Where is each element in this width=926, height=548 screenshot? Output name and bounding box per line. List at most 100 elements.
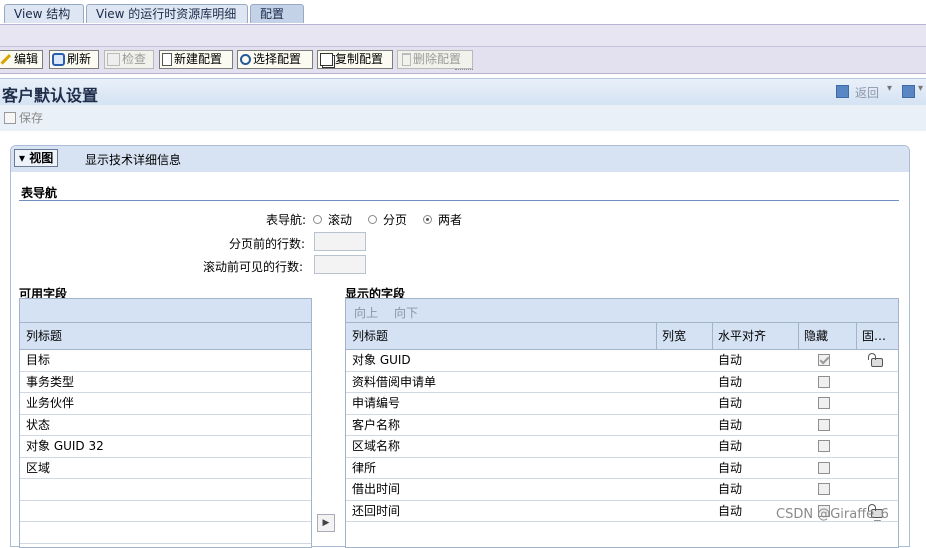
triangle-down-icon: ▾ — [19, 151, 30, 165]
col-header-width[interactable]: 列宽 — [656, 323, 712, 349]
field-width — [656, 479, 712, 500]
delete-config-button[interactable]: 删除配置 — [397, 50, 473, 69]
select-config-label: 选择配置 — [253, 52, 302, 66]
col-divider — [856, 323, 857, 350]
table-nav-radio-group: 滚动 分页 两者 — [313, 211, 462, 228]
tab-runtime-repository[interactable]: View 的运行时资源库明细 — [86, 4, 248, 23]
forward-arrow-icon[interactable] — [902, 85, 915, 98]
list-item[interactable] — [20, 501, 311, 522]
table-row[interactable]: 借出时间 自动 — [346, 479, 898, 501]
table-row[interactable]: 区域名称 自动 — [346, 436, 898, 458]
chevron-down-icon[interactable]: ▾ — [887, 83, 892, 94]
edit-label: 编辑 — [14, 52, 39, 66]
list-item[interactable]: 区域 — [20, 458, 311, 479]
field-fixed-cell — [856, 415, 898, 436]
tab-config[interactable]: 配置 — [250, 4, 304, 23]
chevron-down-icon[interactable]: ▾ — [918, 83, 923, 94]
page-title: 客户默认设置 — [2, 86, 99, 105]
refresh-label: 刷新 — [67, 52, 92, 66]
field-width — [656, 501, 712, 522]
col-divider — [798, 323, 799, 350]
available-col-header[interactable]: 列标题 — [20, 323, 311, 350]
hidden-checkbox[interactable] — [818, 461, 830, 474]
delete-config-label: 删除配置 — [413, 52, 462, 66]
copy-config-button[interactable]: 复制配置 — [317, 50, 393, 69]
field-fixed-cell — [856, 350, 898, 371]
list-item[interactable]: 状态 — [20, 415, 311, 436]
hidden-checkbox[interactable] — [818, 440, 830, 452]
list-item-label: 区域 — [26, 460, 51, 475]
rows-before-paging-input[interactable] — [314, 232, 366, 251]
copy-config-label: 复制配置 — [335, 52, 384, 66]
field-label: 申请编号 — [352, 396, 401, 410]
field-align: 自动 — [718, 439, 743, 453]
col-divider — [712, 323, 713, 350]
radio-paging-label: 分页 — [383, 213, 408, 227]
move-right-button[interactable]: ▶ — [317, 514, 335, 532]
field-label: 对象 GUID — [352, 353, 411, 367]
available-fields-table: 列标题 目标事务类型 业务伙伴状态对象 GUID 32 区域 — [19, 298, 312, 548]
col-header-align[interactable]: 水平对齐 — [712, 323, 798, 349]
radio-scroll[interactable] — [313, 215, 322, 224]
table-row[interactable]: 客户名称 自动 — [346, 415, 898, 436]
page-header: 客户默认设置 返回 ▾ ▾ — [0, 78, 926, 106]
visible-rows-label: 滚动前可见的行数: — [203, 260, 304, 274]
hidden-checkbox[interactable] — [818, 375, 830, 388]
field-align: 自动 — [718, 460, 743, 475]
list-item[interactable]: 业务伙伴 — [20, 393, 311, 415]
field-align: 自动 — [718, 396, 743, 410]
field-label: 区域名称 — [352, 439, 401, 453]
list-item[interactable] — [20, 522, 311, 544]
visible-rows-input[interactable] — [314, 255, 366, 274]
list-item[interactable] — [20, 479, 311, 501]
field-fixed-cell — [856, 479, 898, 500]
table-row[interactable]: 对象 GUID 自动 — [346, 350, 898, 372]
radio-paging[interactable] — [368, 215, 378, 224]
col-header-hidden[interactable]: 隐藏 — [798, 323, 856, 349]
back-button[interactable]: 返回 — [855, 84, 879, 101]
table-row[interactable]: 申请编号 自动 — [346, 393, 898, 415]
move-down-button[interactable]: 向下 — [394, 304, 418, 321]
pencil-icon — [0, 53, 13, 66]
list-item-label: 状态 — [26, 417, 51, 432]
edit-button[interactable]: 编辑 — [0, 50, 43, 69]
hidden-checkbox[interactable] — [818, 483, 830, 495]
radio-both[interactable] — [423, 215, 433, 224]
check-button[interactable]: 检查 — [104, 50, 154, 69]
back-arrow-icon[interactable] — [836, 85, 849, 98]
move-up-button[interactable]: 向上 — [354, 304, 378, 321]
magnifier-icon — [240, 54, 251, 65]
col-header-title[interactable]: 列标题 — [346, 323, 656, 349]
hidden-checkbox[interactable] — [818, 397, 830, 409]
field-align: 自动 — [718, 353, 743, 367]
field-hidden-cell — [798, 479, 856, 500]
col-header-fixed[interactable]: 固… — [856, 323, 898, 349]
list-item[interactable]: 目标 — [20, 350, 311, 372]
new-config-label: 新建配置 — [174, 52, 223, 66]
hidden-checkbox[interactable] — [818, 418, 830, 431]
tab-bar: View 结构 View 的运行时资源库明细 配置 — [0, 0, 926, 26]
save-button[interactable]: 保存 — [4, 109, 43, 126]
field-width — [656, 458, 712, 479]
field-width — [656, 372, 712, 393]
list-item[interactable]: 事务类型 — [20, 372, 311, 393]
show-tech-details-link[interactable]: 显示技术详细信息 — [85, 151, 181, 168]
tab-view-structure[interactable]: View 结构 — [4, 4, 84, 23]
tab-label: View 结构 — [14, 7, 71, 21]
refresh-button[interactable]: 刷新 — [49, 50, 99, 69]
config-panel: ▾ 视图 显示技术详细信息 表导航 表导航: 滚动 分页 两者 分页前的行数: … — [10, 145, 910, 548]
new-config-button[interactable]: 新建配置 — [159, 50, 233, 69]
table-row[interactable]: 资料借阅申请单 自动 — [346, 372, 898, 393]
view-label: 视图 — [29, 151, 54, 165]
toolbar-grip[interactable] — [455, 69, 473, 72]
save-label: 保存 — [19, 111, 44, 125]
hidden-checkbox[interactable] — [818, 354, 830, 366]
field-hidden-cell — [798, 436, 856, 457]
select-config-button[interactable]: 选择配置 — [237, 50, 313, 69]
view-dropdown-button[interactable]: ▾ 视图 — [14, 149, 59, 167]
table-row[interactable]: 律所 自动 — [346, 458, 898, 479]
lock-icon[interactable] — [868, 353, 883, 367]
save-icon — [4, 111, 16, 124]
list-item-label: 目标 — [26, 353, 51, 367]
list-item[interactable]: 对象 GUID 32 — [20, 436, 311, 458]
